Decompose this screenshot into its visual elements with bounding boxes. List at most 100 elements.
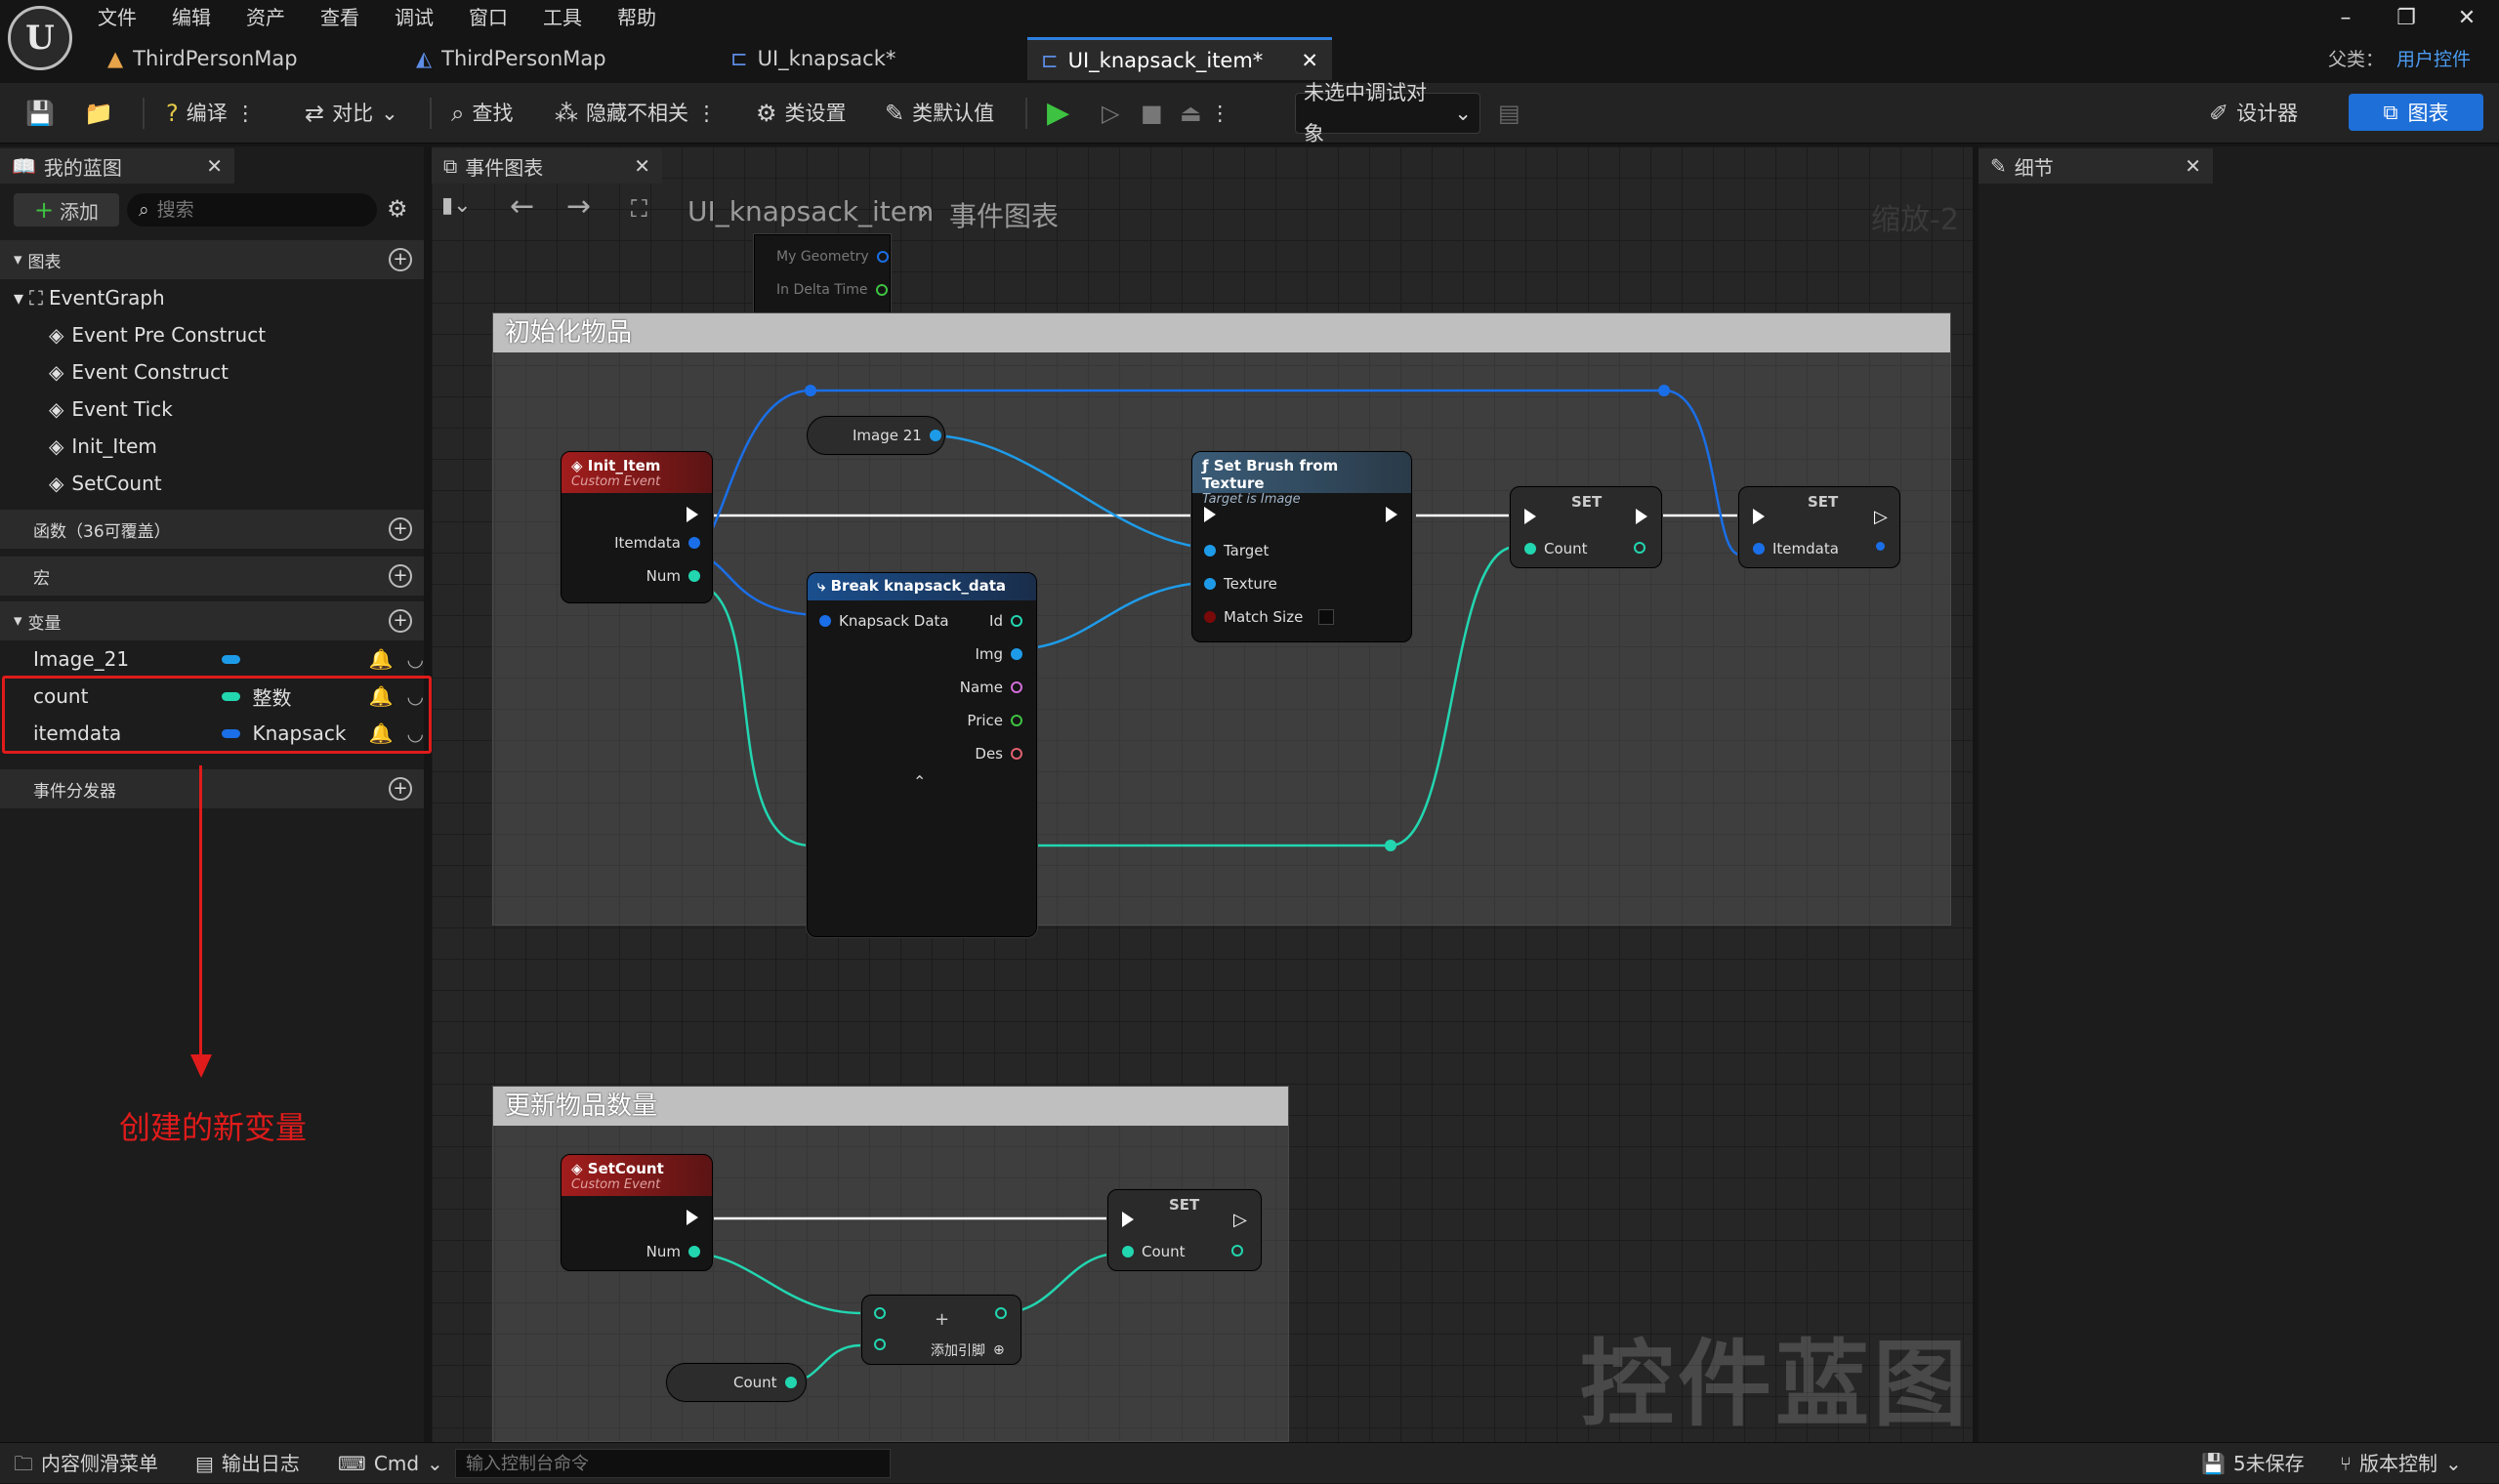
variable-item[interactable]: Image_21 🔔 ◡ — [0, 640, 424, 678]
cmd-dropdown[interactable]: ⌨ Cmd ⌄ — [338, 1443, 443, 1484]
exec-out-pin[interactable] — [1386, 507, 1397, 522]
pin-icon[interactable] — [874, 1307, 886, 1319]
break-struct-node[interactable]: ⤷ Break knapsack_data Knapsack Data Id I… — [807, 572, 1037, 937]
tab-ui-knapsack[interactable]: ⊏ UI_knapsack* — [717, 37, 909, 80]
set-brush-node[interactable]: ƒ Set Brush from Texture Target is Image … — [1191, 451, 1412, 642]
count-get-node[interactable]: Count — [666, 1363, 807, 1402]
pin-icon[interactable] — [1876, 542, 1885, 551]
section-graphs[interactable]: ▾ 图表 + — [0, 240, 424, 279]
content-drawer-button[interactable]: 🗀 内容侧滑菜单 — [14, 1443, 158, 1484]
pin-icon[interactable] — [688, 570, 700, 582]
menu-help[interactable]: 帮助 — [617, 2, 656, 33]
exec-in-pin[interactable] — [1753, 509, 1765, 524]
add-pin-button[interactable]: 添加引脚 ⊕ — [931, 1340, 1005, 1360]
tab-thirdpersonmap-1[interactable]: ▲ ThirdPersonMap — [94, 37, 312, 80]
tab-thirdpersonmap-2[interactable]: ◭ ThirdPersonMap — [402, 37, 620, 80]
class-settings-button[interactable]: ⚙ 类设置 — [748, 93, 854, 134]
class-defaults-button[interactable]: ✎ 类默认值 — [877, 93, 1002, 134]
browse-icon[interactable]: 📁 — [76, 93, 121, 134]
collapse-chevron-icon[interactable]: ⌃ — [913, 772, 926, 791]
exec-out-pin[interactable]: ▷ — [1874, 507, 1888, 527]
designer-button[interactable]: ✐ 设计器 — [2201, 93, 2306, 134]
menu-asset[interactable]: 资产 — [246, 2, 285, 33]
exec-out-pin[interactable]: ▷ — [1233, 1210, 1247, 1230]
event-item[interactable]: ◈ Init_Item — [0, 428, 424, 465]
step-button[interactable]: ▷ — [1094, 93, 1127, 134]
debug-filter-icon[interactable]: ▤ — [1490, 93, 1528, 134]
pin-icon[interactable] — [1011, 648, 1022, 660]
play-button[interactable]: ▶ — [1039, 93, 1077, 134]
stop-button[interactable]: ■ — [1133, 93, 1171, 134]
section-variables[interactable]: ▾ 变量 + — [0, 601, 424, 640]
section-macros[interactable]: 宏 + — [0, 556, 424, 596]
pin-icon[interactable] — [819, 615, 831, 627]
unreal-logo-icon[interactable]: U — [8, 6, 72, 70]
pin-icon[interactable] — [784, 1377, 797, 1388]
pin-icon[interactable] — [1122, 1246, 1134, 1257]
event-item[interactable]: ◈ SetCount — [0, 465, 424, 502]
event-item[interactable]: ◈ Event Pre Construct — [0, 316, 424, 353]
exec-out-pin[interactable] — [1636, 509, 1647, 524]
unsaved-button[interactable]: 💾 5未保存 — [2201, 1443, 2305, 1484]
add-button[interactable]: + 添加 — [14, 193, 119, 227]
hide-unrelated-button[interactable]: ⁂ 隐藏不相关 ⋮ — [547, 93, 725, 134]
section-event-dispatchers[interactable]: 事件分发器 + — [0, 769, 424, 808]
pin-icon[interactable] — [874, 1339, 886, 1350]
eye-icon[interactable]: ◡ — [407, 647, 424, 671]
pin-icon[interactable] — [688, 537, 700, 549]
event-item[interactable]: ◈ Event Tick — [0, 391, 424, 428]
exec-out-pin[interactable] — [687, 507, 698, 522]
pin-icon[interactable] — [1204, 611, 1216, 623]
pin-icon[interactable] — [1011, 615, 1022, 627]
close-icon[interactable]: ✕ — [206, 154, 223, 178]
setcount-event-node[interactable]: ◈ SetCount Custom Event Num — [561, 1154, 713, 1271]
add-variable-icon[interactable]: + — [389, 609, 412, 633]
exec-in-pin[interactable] — [1122, 1212, 1134, 1227]
search-input[interactable] — [156, 199, 343, 221]
my-blueprint-tab[interactable]: 📖 我的蓝图 ✕ — [0, 148, 234, 184]
exec-in-pin[interactable] — [1524, 509, 1536, 524]
eventgraph-item[interactable]: ▾ ⛶ EventGraph — [0, 279, 424, 316]
add-integer-node[interactable]: + 添加引脚 ⊕ — [861, 1295, 1021, 1365]
menu-edit[interactable]: 编辑 — [172, 2, 211, 33]
debug-target-dropdown[interactable]: 未选中调试对象 ⌄ — [1295, 81, 1480, 145]
minimize-icon[interactable]: – — [2326, 4, 2365, 33]
set-count-node-2[interactable]: SET ▷ Count — [1107, 1189, 1262, 1271]
add-dispatcher-icon[interactable]: + — [389, 777, 412, 801]
menu-view[interactable]: 查看 — [320, 2, 359, 33]
menu-file[interactable]: 文件 — [98, 2, 137, 33]
output-log-button[interactable]: ▤ 输出日志 — [195, 1443, 300, 1484]
section-functions[interactable]: 函数（36可覆盖） + — [0, 510, 424, 549]
pin-icon[interactable] — [688, 1246, 700, 1257]
diff-button[interactable]: ⇄ 对比 ⌄ — [297, 93, 406, 134]
menu-window[interactable]: 窗口 — [469, 2, 508, 33]
settings-gear-icon[interactable]: ⚙ — [387, 195, 408, 223]
add-macro-icon[interactable]: + — [389, 564, 412, 588]
console-command-input[interactable] — [455, 1449, 891, 1478]
source-control-button[interactable]: ⑂ 版本控制 ⌄ — [2340, 1443, 2462, 1484]
compile-button[interactable]: ? 编译 ⋮ — [158, 93, 264, 134]
menu-debug[interactable]: 调试 — [395, 2, 434, 33]
exec-out-pin[interactable] — [687, 1210, 698, 1225]
menu-tools[interactable]: 工具 — [543, 2, 582, 33]
details-tab[interactable]: ✎ 细节 ✕ — [1978, 148, 2213, 184]
graph-mode-button[interactable]: ⧉ 图表 — [2349, 94, 2483, 131]
event-item[interactable]: ◈ Event Construct — [0, 353, 424, 391]
pin-icon[interactable] — [1524, 543, 1536, 555]
pin-icon[interactable] — [1634, 542, 1645, 554]
find-button[interactable]: ⌕ 查找 — [443, 93, 521, 134]
pin-icon[interactable] — [1204, 545, 1216, 556]
image21-get-node[interactable]: Image 21 — [807, 416, 945, 455]
pin-icon[interactable] — [1011, 715, 1022, 726]
pin-icon[interactable] — [1231, 1245, 1243, 1257]
init-item-event-node[interactable]: ◈ Init_Item Custom Event Itemdata Num — [561, 451, 713, 603]
save-icon[interactable]: 💾 — [18, 93, 62, 134]
pin-icon[interactable] — [1753, 543, 1765, 555]
search-box[interactable]: ⌕ — [127, 193, 377, 227]
set-count-node[interactable]: SET Count — [1510, 486, 1662, 568]
pin-icon[interactable] — [995, 1307, 1007, 1319]
set-itemdata-node[interactable]: SET ▷ Itemdata — [1738, 486, 1900, 568]
eject-button[interactable]: ⏏ ⋮ — [1172, 93, 1238, 134]
tab-ui-knapsack-item[interactable]: ⊏ UI_knapsack_item* ✕ — [1027, 37, 1332, 80]
checkbox[interactable] — [1318, 609, 1335, 625]
